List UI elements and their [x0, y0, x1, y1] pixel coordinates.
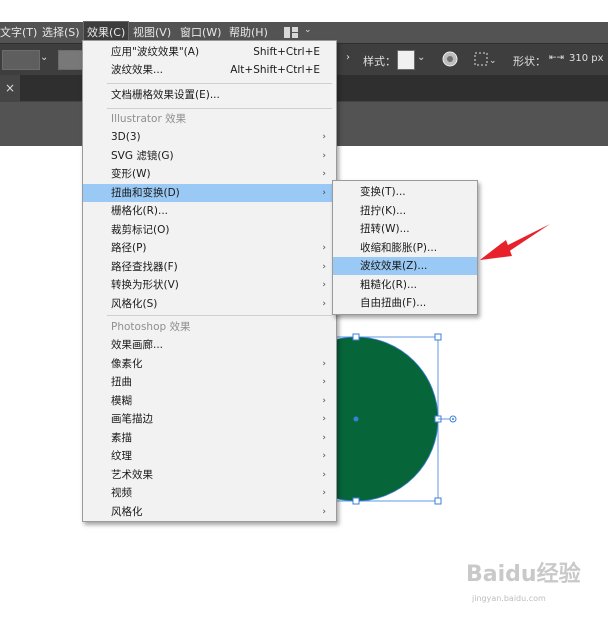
- chevron-right-icon: ›: [322, 280, 326, 290]
- menu-item-rasterize[interactable]: 栅格化(R)...: [83, 202, 336, 220]
- chevron-right-icon: ›: [322, 261, 326, 272]
- handle-top[interactable]: [352, 333, 360, 341]
- menu-item-pathfinder[interactable]: 路径查找器(F) ›: [83, 258, 336, 276]
- illustrator-effects-header: Illustrator 效果: [111, 113, 187, 125]
- svg-text:⌄: ⌄: [489, 56, 496, 66]
- shape-label: 形状：: [513, 55, 546, 68]
- baidu-watermark-url: jingyan.baidu.com: [472, 594, 546, 603]
- menu-item-3d[interactable]: 3D(3) ›: [83, 128, 336, 146]
- distort-transform-submenu: 变换(T)... 扭拧(K)... 扭转(W)... 收缩和膨胀(P)... 波…: [332, 180, 478, 315]
- fill-dropdown[interactable]: [2, 50, 40, 70]
- menu-item-path[interactable]: 路径(P) ›: [83, 239, 336, 257]
- menu-item-brush-strokes[interactable]: 画笔描边 ›: [83, 410, 336, 428]
- chevron-down-icon[interactable]: ⌄: [304, 25, 312, 35]
- style-label: 样式：: [363, 55, 396, 68]
- stroke-swatch[interactable]: [58, 50, 84, 70]
- menu-item-document-raster[interactable]: 文档栅格效果设置(E)...: [83, 86, 336, 104]
- menu-item-convert-to-shape[interactable]: 转换为形状(V) ›: [83, 276, 336, 294]
- submenu-item-roughen[interactable]: 粗糙化(R)...: [333, 276, 477, 294]
- chevron-right-icon: ›: [322, 187, 326, 198]
- center-point: [353, 416, 359, 422]
- menu-item-warp[interactable]: 变形(W) ›: [83, 165, 336, 183]
- chevron-right-icon: ›: [322, 395, 326, 406]
- chevron-right-icon: ›: [322, 488, 326, 498]
- chevron-right-icon: ›: [322, 150, 326, 161]
- menu-item-distort-transform[interactable]: 扭曲和变换(D) ›: [83, 183, 336, 202]
- width-icon: ⇤⇥: [549, 53, 565, 63]
- menu-item-artistic[interactable]: 艺术效果 ›: [83, 466, 336, 484]
- chevron-right-icon: ›: [322, 432, 326, 443]
- chevron-right-icon: ›: [322, 169, 326, 179]
- menu-item-ps-stylize[interactable]: 风格化 ›: [83, 503, 336, 521]
- menu-item-sketch[interactable]: 素描 ›: [83, 429, 336, 447]
- workspace-switcher-icon[interactable]: [284, 27, 298, 38]
- menu-item-last-effect[interactable]: 波纹效果... Alt+Shift+Ctrl+E: [83, 61, 336, 79]
- chevron-right-icon: ›: [322, 132, 326, 142]
- submenu-item-zig-zag[interactable]: 波纹效果(Z)...: [333, 257, 477, 275]
- submenu-item-tweak[interactable]: 扭拧(K)...: [333, 202, 477, 220]
- menu-separator: [107, 108, 332, 109]
- handle-top-right[interactable]: [434, 333, 442, 341]
- menu-item-effect-gallery[interactable]: 效果画廊...: [83, 336, 336, 354]
- submenu-item-pucker-bloat[interactable]: 收缩和膨胀(P)...: [333, 239, 477, 257]
- submenu-item-free-distort[interactable]: 自由扭曲(F)...: [333, 294, 477, 312]
- chevron-right-icon: ›: [322, 298, 326, 309]
- effect-menu: 应用"波纹效果"(A) Shift+Ctrl+E 波纹效果... Alt+Shi…: [82, 40, 337, 522]
- menu-item-crop-marks[interactable]: 裁剪标记(O): [83, 221, 336, 239]
- chevron-right-icon[interactable]: ›: [346, 52, 350, 63]
- menu-text[interactable]: 文字(T): [0, 22, 37, 43]
- baidu-watermark: Baidu经验: [466, 562, 581, 587]
- top-band: [0, 0, 608, 22]
- recolor-icon[interactable]: [442, 51, 458, 67]
- red-arrow-annotation: [480, 224, 550, 260]
- chevron-right-icon: ›: [322, 414, 326, 424]
- chevron-right-icon: ›: [322, 469, 326, 480]
- align-grid-icon[interactable]: ⌄: [474, 51, 497, 67]
- handle-bottom[interactable]: [352, 497, 360, 505]
- menu-item-texture[interactable]: 纹理 ›: [83, 447, 336, 465]
- menu-separator: [107, 83, 332, 84]
- close-tab-icon[interactable]: ×: [0, 75, 20, 101]
- chevron-right-icon: ›: [322, 243, 326, 253]
- chevron-right-icon: ›: [322, 377, 326, 387]
- menu-item-pixelate[interactable]: 像素化 ›: [83, 355, 336, 373]
- menu-item-apply-last[interactable]: 应用"波纹效果"(A) Shift+Ctrl+E: [83, 43, 336, 61]
- handle-bottom-right[interactable]: [434, 497, 442, 505]
- width-field[interactable]: 310 px: [569, 53, 604, 64]
- chevron-right-icon: ›: [322, 358, 326, 369]
- style-swatch[interactable]: [397, 50, 415, 70]
- menu-item-stylize[interactable]: 风格化(S) ›: [83, 295, 336, 313]
- menu-item-blur[interactable]: 模糊 ›: [83, 392, 336, 410]
- chevron-down-icon[interactable]: ⌄: [40, 52, 48, 63]
- submenu-item-transform[interactable]: 变换(T)...: [333, 183, 477, 201]
- chevron-right-icon: ›: [322, 451, 326, 461]
- menu-separator: [107, 315, 332, 316]
- submenu-item-twist[interactable]: 扭转(W)...: [333, 220, 477, 238]
- photoshop-effects-header: Photoshop 效果: [111, 321, 191, 333]
- menu-item-video[interactable]: 视频 ›: [83, 484, 336, 502]
- menu-item-svg-filters[interactable]: SVG 滤镜(G) ›: [83, 147, 336, 165]
- chevron-right-icon: ›: [322, 506, 326, 517]
- chevron-down-icon[interactable]: ⌄: [417, 52, 425, 63]
- menu-item-distort[interactable]: 扭曲 ›: [83, 373, 336, 391]
- menu-select[interactable]: 选择(S): [42, 22, 80, 43]
